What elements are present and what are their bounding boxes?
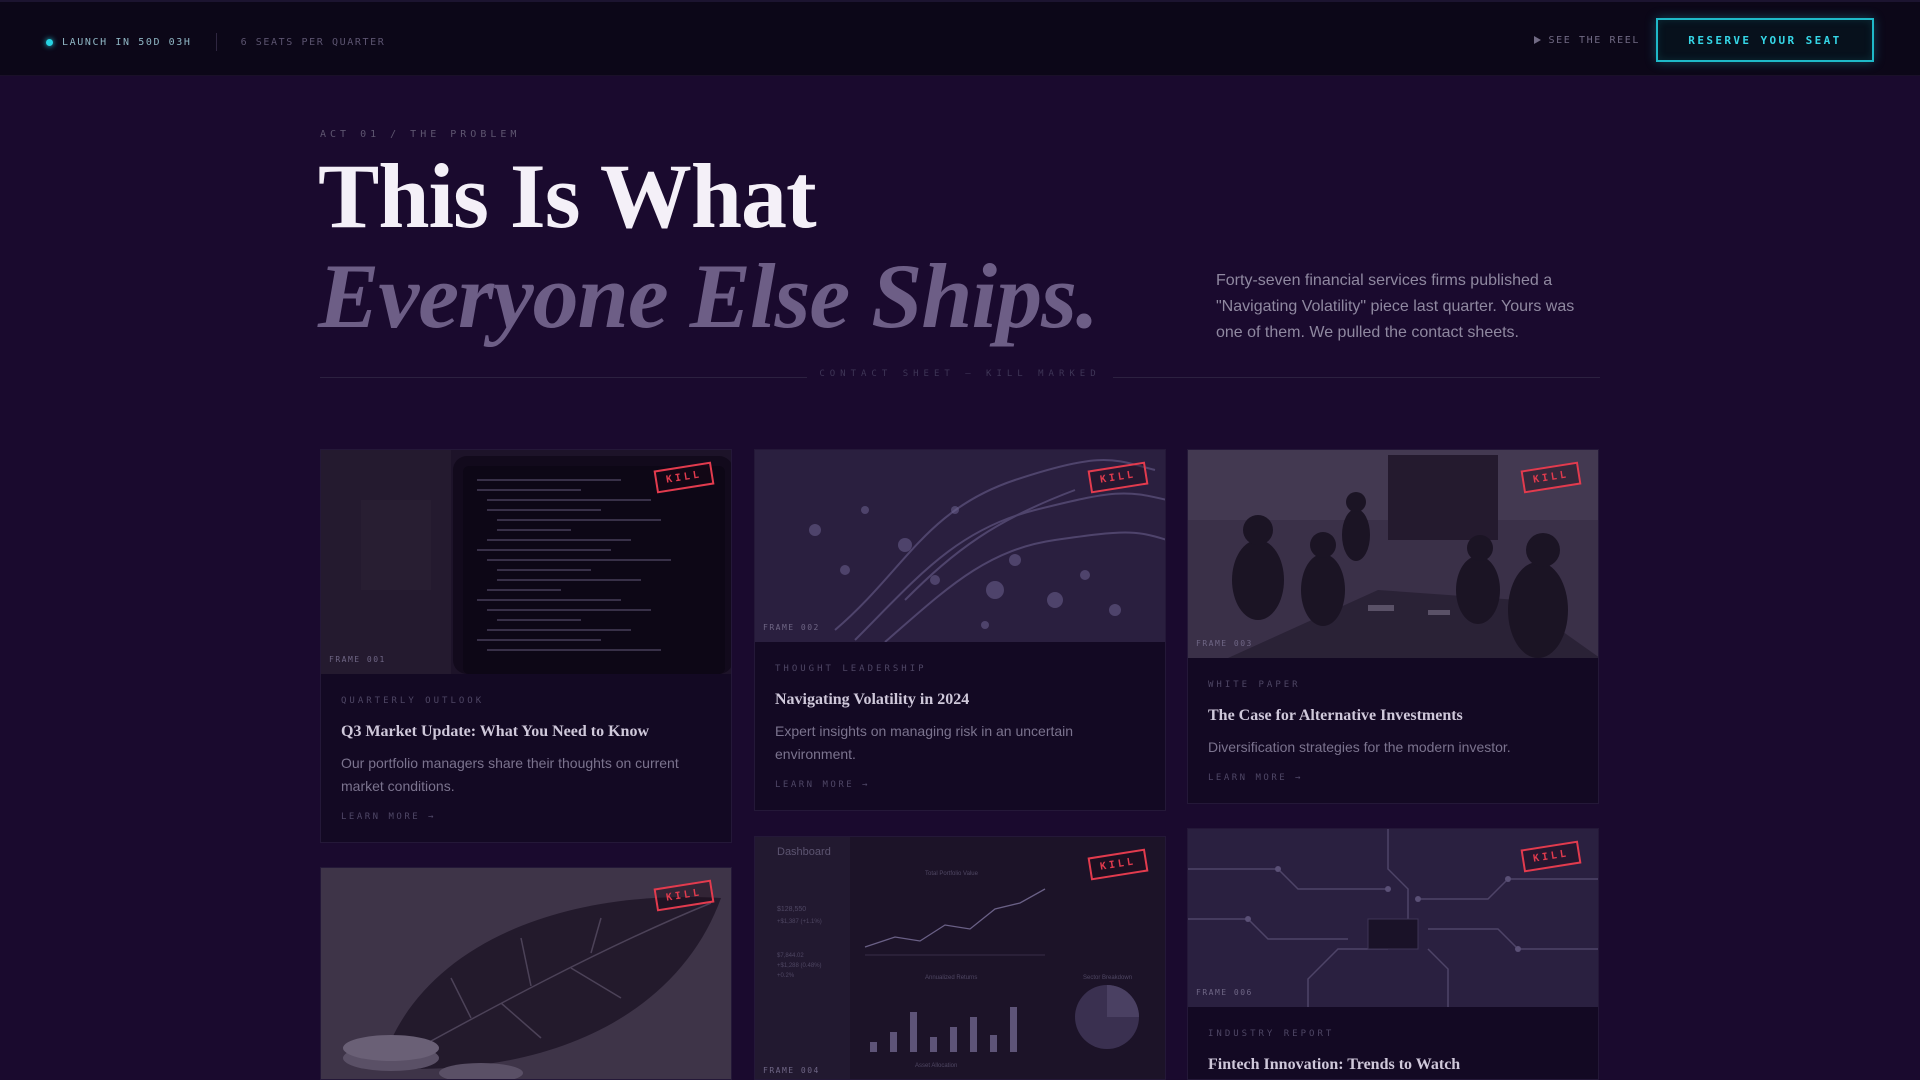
divider — [215, 33, 217, 51]
dashboard-value: +$1,288 (0.48%) — [777, 963, 822, 969]
dashboard-chart-title: Total Portfolio Value — [925, 871, 979, 877]
reel-label: SEE THE REEL — [1548, 34, 1640, 46]
card-body: WHITE PAPER The Case for Alternative Inv… — [1188, 680, 1598, 803]
card-image: KILL — [321, 868, 731, 1079]
section-eyebrow: ACT 01 / THE PROBLEM — [320, 129, 521, 140]
card-fintech-innovation[interactable]: FRAME 006 KILL INDUSTRY REPORT Fintech I… — [1187, 828, 1599, 1080]
learn-more-link[interactable]: LEARN MORE → — [341, 812, 711, 822]
frame-label: FRAME 001 — [329, 655, 386, 664]
learn-more-link[interactable]: LEARN MORE → — [1208, 773, 1578, 783]
topbar-actions: SEE THE REEL RESERVE YOUR SEAT — [1533, 18, 1874, 62]
hero-heading-line-1: This Is What — [318, 145, 817, 247]
launch-countdown: LAUNCH IN 50D 03H — [62, 36, 192, 48]
card-description: Expert insights on managing risk in an u… — [775, 723, 1074, 762]
dashboard-value: +$1,387 (+1.1%) — [777, 919, 822, 925]
reserve-seat-button[interactable]: RESERVE YOUR SEAT — [1656, 18, 1874, 62]
hero-heading-line-2: Everyone Else Ships. — [318, 245, 1099, 347]
card-category: INDUSTRY REPORT — [1208, 1029, 1335, 1039]
dashboard-chart-title: Sector Breakdown — [1083, 975, 1132, 981]
hero-description: Forty-seven financial services firms pub… — [1216, 272, 1575, 341]
card-title[interactable]: Navigating Volatility in 2024 — [775, 691, 1145, 709]
card-category: QUARTERLY OUTLOOK — [341, 696, 485, 706]
dashboard-value: $7,844.02 — [777, 953, 804, 959]
card-body: THOUGHT LEADERSHIP Navigating Volatility… — [755, 664, 1165, 810]
play-icon — [1533, 36, 1541, 44]
frame-label: FRAME 004 — [763, 1066, 820, 1075]
card-category: WHITE PAPER — [1208, 680, 1301, 690]
frame-label: FRAME 002 — [763, 623, 820, 632]
card-image: Dashboard $128,550 +$1,387 (+1.1%) $7,84… — [755, 837, 1165, 1079]
frame-label: FRAME 003 — [1196, 639, 1253, 648]
card-image: FRAME 001 KILL — [321, 450, 731, 674]
card-dashboard[interactable]: Dashboard $128,550 +$1,387 (+1.1%) $7,84… — [754, 836, 1166, 1080]
card-description: Diversification strategies for the moder… — [1208, 739, 1511, 755]
launch-status: LAUNCH IN 50D 03H 6 SEATS PER QUARTER — [46, 33, 385, 51]
card-body: INDUSTRY REPORT Fintech Innovation: Tren… — [1188, 1029, 1598, 1079]
divider-label: CONTACT SHEET — KILL MARKED — [0, 369, 1920, 379]
card-image: FRAME 002 KILL — [755, 450, 1165, 642]
card-title[interactable]: The Case for Alternative Investments — [1208, 707, 1578, 725]
dashboard-label: Dashboard — [777, 846, 831, 858]
seats-info: 6 SEATS PER QUARTER — [240, 36, 386, 48]
card-title[interactable]: Q3 Market Update: What You Need to Know — [341, 723, 711, 741]
see-the-reel-link[interactable]: SEE THE REEL — [1533, 34, 1640, 46]
top-bar: LAUNCH IN 50D 03H 6 SEATS PER QUARTER SE… — [0, 0, 1920, 76]
dashboard-value: +0.2% — [777, 973, 795, 979]
frame-label: FRAME 006 — [1196, 988, 1253, 997]
learn-more-link[interactable]: LEARN MORE → — [775, 780, 1145, 790]
card-image: FRAME 006 KILL — [1188, 829, 1598, 1007]
dashboard-chart-title: Asset Allocation — [915, 1063, 957, 1069]
card-alternative-investments[interactable]: FRAME 003 KILL WHITE PAPER The Case for … — [1187, 449, 1599, 804]
card-body: QUARTERLY OUTLOOK Q3 Market Update: What… — [321, 696, 731, 842]
card-image: FRAME 003 KILL — [1188, 450, 1598, 658]
dashboard-value: $128,550 — [777, 906, 806, 913]
dashboard-chart-title: Annualized Returns — [925, 975, 977, 981]
card-title[interactable]: Fintech Innovation: Trends to Watch — [1208, 1056, 1578, 1074]
card-navigating-volatility[interactable]: FRAME 002 KILL THOUGHT LEADERSHIP Naviga… — [754, 449, 1166, 811]
card-description: Our portfolio managers share their thoug… — [341, 755, 679, 794]
card-sustainable-investing[interactable]: KILL — [320, 867, 732, 1080]
live-dot-icon — [46, 38, 53, 46]
divider-label-text: CONTACT SHEET — KILL MARKED — [807, 369, 1113, 379]
card-q3-market-update[interactable]: FRAME 001 KILL QUARTERLY OUTLOOK Q3 Mark… — [320, 449, 732, 843]
card-category: THOUGHT LEADERSHIP — [775, 664, 927, 674]
